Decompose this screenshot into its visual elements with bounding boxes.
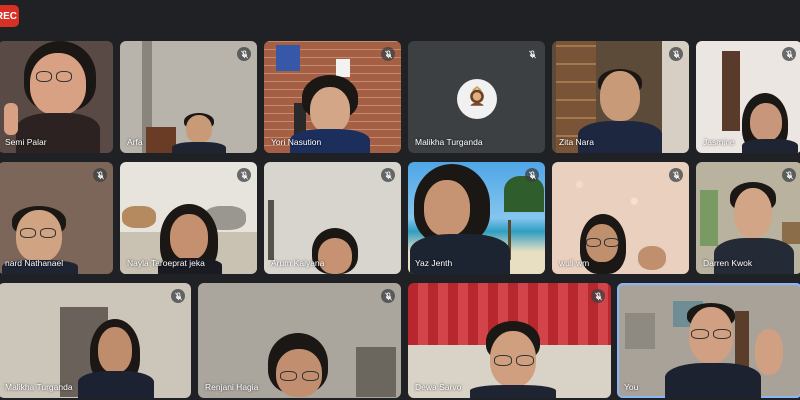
mic-muted-icon: [669, 168, 683, 182]
participant-tile[interactable]: Zita Nara: [552, 41, 689, 153]
participant-name: Semi Palar: [5, 137, 47, 147]
participant-name: Yori Nasution: [271, 137, 322, 147]
participant-name: Malikha Turganda: [5, 382, 73, 392]
participant-name: Nayla Taroeprat jeka: [127, 258, 205, 268]
self-view-tile[interactable]: You: [617, 283, 800, 398]
participant-tile[interactable]: Yori Nasution: [264, 41, 401, 153]
mic-muted-icon: [782, 47, 796, 61]
participant-name: Malikha Turganda: [415, 137, 483, 147]
participant-tile[interactable]: wuli wm: [552, 162, 689, 274]
participant-tile[interactable]: Malikha Turganda: [408, 41, 545, 153]
mic-muted-icon: [237, 47, 251, 61]
participant-name: Dewa Sarvo: [415, 382, 462, 392]
participant-tile[interactable]: nard Nathanael: [0, 162, 113, 274]
participant-name: Renjani Hagia: [205, 382, 259, 392]
video-feed: [408, 283, 611, 398]
participant-tile[interactable]: Renjani Hagia: [198, 283, 401, 398]
participant-tile[interactable]: Nayla Taroeprat jeka: [120, 162, 257, 274]
mic-muted-icon: [782, 168, 796, 182]
video-feed: [617, 283, 800, 398]
mic-muted-icon: [591, 289, 605, 303]
mic-muted-icon: [381, 168, 395, 182]
mic-muted-icon: [381, 47, 395, 61]
participant-tile[interactable]: Semi Palar: [0, 41, 113, 153]
participant-tile[interactable]: Arum Kaiyana: [264, 162, 401, 274]
mic-muted-icon: [669, 47, 683, 61]
mic-muted-icon: [93, 168, 107, 182]
participant-name: Jasmine: [703, 137, 735, 147]
participant-name: Arum Kaiyana: [271, 258, 325, 268]
participant-tile[interactable]: Dewa Sarvo: [408, 283, 611, 398]
mic-muted-icon: [171, 289, 185, 303]
participant-name: Arfa: [127, 137, 143, 147]
participant-name: wuli wm: [559, 258, 590, 268]
recording-label: REC: [0, 10, 17, 22]
participant-tile[interactable]: Jasmine: [696, 41, 800, 153]
participant-tile[interactable]: Darren Kwok: [696, 162, 800, 274]
profile-avatar: [456, 79, 497, 119]
mic-muted-icon: [525, 47, 539, 61]
participant-tile[interactable]: Malikha Turganda: [0, 283, 191, 398]
participant-tile[interactable]: Yaz Jenth: [408, 162, 545, 274]
mic-muted-icon: [381, 289, 395, 303]
participant-name: Zita Nara: [559, 137, 594, 147]
participant-name: Darren Kwok: [703, 258, 753, 268]
participant-name: Yaz Jenth: [415, 258, 453, 268]
participant-name: nard Nathanael: [5, 258, 64, 268]
participant-name: You: [624, 382, 639, 392]
video-feed: [0, 283, 191, 398]
participant-tile[interactable]: Arfa: [120, 41, 257, 153]
mic-muted-icon: [525, 168, 539, 182]
mic-muted-icon: [237, 168, 251, 182]
video-feed: [198, 283, 401, 398]
recording-indicator: REC: [0, 5, 19, 27]
